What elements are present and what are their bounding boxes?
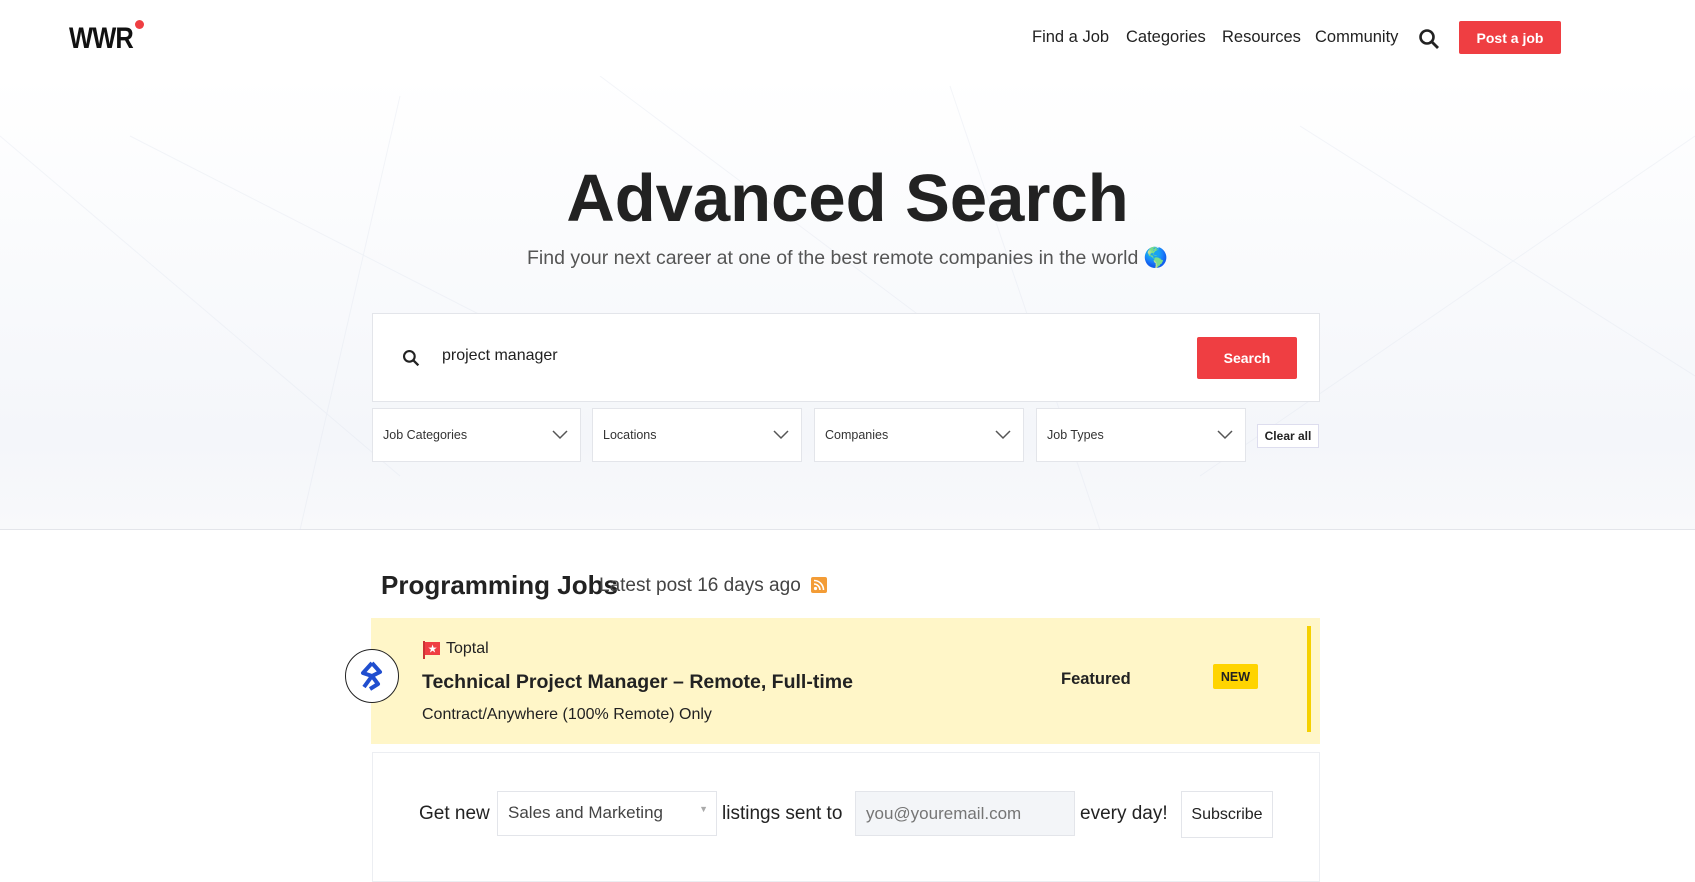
job-title[interactable]: Technical Project Manager – Remote, Full… xyxy=(422,671,853,694)
chevron-down-icon xyxy=(1217,430,1233,440)
search-input[interactable] xyxy=(442,347,1142,365)
search-icon xyxy=(402,349,420,367)
post-job-button[interactable]: Post a job xyxy=(1459,21,1561,54)
filter-label: Companies xyxy=(825,428,889,442)
dropdown-arrow-icon: ▼ xyxy=(699,804,708,814)
filter-label: Locations xyxy=(603,428,657,442)
featured-bar xyxy=(1307,626,1311,732)
nav-categories[interactable]: Categories xyxy=(1126,28,1206,47)
flag-icon: ★ xyxy=(423,641,440,659)
filter-label: Job Types xyxy=(1047,428,1104,442)
page-subtitle: Find your next career at one of the best… xyxy=(526,247,1169,269)
nav-community[interactable]: Community xyxy=(1315,28,1398,47)
company-name: Toptal xyxy=(446,640,489,657)
section-title[interactable]: Programming Jobs xyxy=(381,570,618,601)
search-button[interactable]: Search xyxy=(1197,337,1297,379)
search-icon[interactable] xyxy=(1418,28,1440,50)
chevron-down-icon xyxy=(552,430,568,440)
subscribe-button[interactable]: Subscribe xyxy=(1181,791,1273,838)
email-input[interactable] xyxy=(855,791,1075,836)
job-types-filter[interactable]: Job Types xyxy=(1036,408,1246,462)
chevron-down-icon xyxy=(773,430,789,440)
chevron-down-icon xyxy=(995,430,1011,440)
job-region: Contract/Anywhere (100% Remote) Only xyxy=(422,706,712,723)
job-categories-filter[interactable]: Job Categories xyxy=(372,408,581,462)
toptal-logo-icon[interactable] xyxy=(345,649,399,703)
page-title: Advanced Search xyxy=(566,161,1129,236)
wwr-logo[interactable]: WWR xyxy=(69,22,134,56)
listings-sent-to-text: listings sent to xyxy=(722,803,843,824)
new-badge: NEW xyxy=(1213,664,1258,689)
latest-post: Latest post 16 days ago xyxy=(599,575,801,596)
locations-filter[interactable]: Locations xyxy=(592,408,802,462)
logo-dot-icon xyxy=(135,20,144,29)
every-day-text: every day! xyxy=(1080,803,1168,824)
svg-text:★: ★ xyxy=(428,644,438,656)
get-new-text: Get new xyxy=(419,803,490,824)
featured-label: Featured xyxy=(1061,670,1131,688)
selected-category: Sales and Marketing xyxy=(508,803,663,822)
filter-label: Job Categories xyxy=(383,428,468,442)
companies-filter[interactable]: Companies xyxy=(814,408,1024,462)
rss-icon[interactable] xyxy=(811,577,827,593)
clear-all-button[interactable]: Clear all xyxy=(1257,424,1319,448)
site-header: WWR Find a Job Categories Resources Comm… xyxy=(0,0,1695,76)
nav-find-a-job[interactable]: Find a Job xyxy=(1032,28,1109,47)
nav-resources[interactable]: Resources xyxy=(1222,28,1301,47)
category-select[interactable]: Sales and Marketing ▼ xyxy=(497,791,717,836)
